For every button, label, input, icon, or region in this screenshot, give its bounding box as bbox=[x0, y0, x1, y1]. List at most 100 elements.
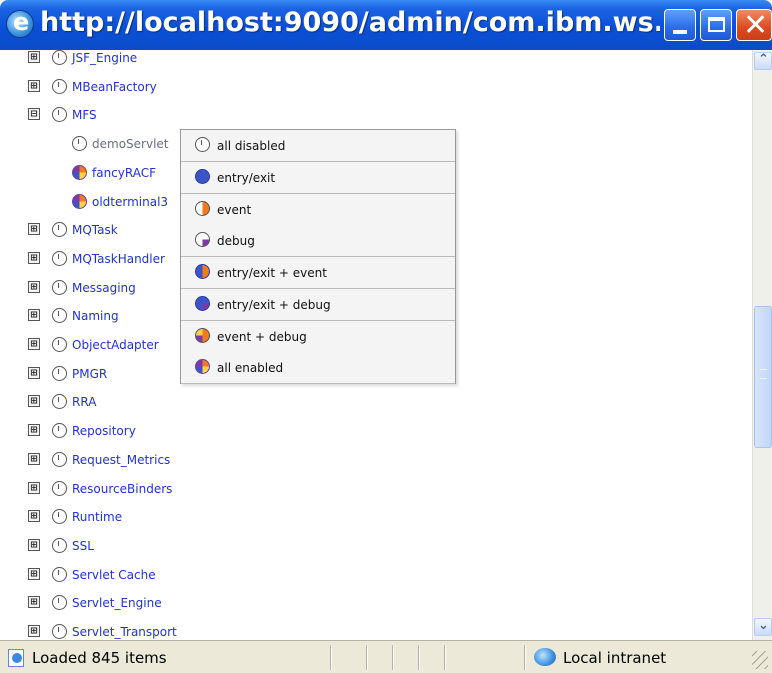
tree-item[interactable]: ⊞ JSF_Engine bbox=[0, 50, 740, 69]
grip-icon bbox=[760, 369, 767, 379]
tree-item-label[interactable]: demoServlet bbox=[92, 137, 169, 151]
popup-menu-item[interactable]: event + debug bbox=[181, 320, 455, 353]
scroll-thumb[interactable] bbox=[754, 306, 772, 448]
popup-menu-item[interactable]: all enabled bbox=[181, 352, 455, 385]
expand-icon[interactable]: ⊞ bbox=[28, 280, 40, 293]
tree-item[interactable]: ⊞ ResourceBinders bbox=[0, 478, 740, 500]
status-divider bbox=[366, 645, 368, 670]
tree-item[interactable]: ⊞ Runtime bbox=[0, 506, 740, 528]
tree-item[interactable]: ⊞ Servlet_Transport bbox=[0, 621, 740, 640]
tree-item-label[interactable]: Servlet Cache bbox=[72, 568, 156, 582]
expand-icon[interactable]: ⊞ bbox=[28, 424, 40, 437]
popup-menu-item[interactable]: entry/exit bbox=[181, 161, 455, 194]
minimize-button[interactable] bbox=[664, 9, 696, 41]
expand-icon[interactable]: ⊞ bbox=[28, 567, 40, 580]
tree-item-label[interactable]: RRA bbox=[72, 395, 96, 409]
trace-all-enabled-icon bbox=[195, 359, 210, 375]
popup-menu-item-label: event bbox=[217, 202, 252, 217]
expand-icon[interactable]: ⊞ bbox=[28, 79, 40, 92]
trace-level-off-icon[interactable] bbox=[52, 394, 67, 410]
trace-level-off-icon[interactable] bbox=[52, 566, 67, 582]
tree-item-label[interactable]: ObjectAdapter bbox=[72, 338, 159, 352]
tree-item-label[interactable]: Servlet_Transport bbox=[72, 625, 177, 639]
tree-item-label[interactable]: MBeanFactory bbox=[72, 80, 157, 94]
tree-item[interactable]: ⊟ MFS bbox=[0, 104, 740, 126]
trace-level-off-icon[interactable] bbox=[52, 423, 67, 439]
trace-level-off-icon[interactable] bbox=[52, 50, 67, 65]
popup-menu-item-label: all disabled bbox=[217, 139, 286, 153]
tree-item-label[interactable]: Runtime bbox=[72, 510, 122, 524]
tree-item-label[interactable]: Servlet_Engine bbox=[72, 596, 162, 610]
expand-icon[interactable]: ⊞ bbox=[28, 452, 40, 465]
trace-level-off-icon[interactable] bbox=[52, 451, 67, 467]
maximize-button[interactable] bbox=[700, 9, 732, 41]
trace-level-off-icon[interactable] bbox=[52, 308, 67, 324]
tree-item-label[interactable]: Repository bbox=[72, 424, 136, 438]
tree-item[interactable]: ⊞ Servlet_Engine bbox=[0, 592, 740, 614]
expand-icon[interactable]: ⊞ bbox=[28, 510, 40, 523]
tree-item[interactable]: ⊞ Request_Metrics bbox=[0, 449, 740, 471]
status-divider bbox=[444, 645, 446, 670]
tree-item[interactable]: ⊞ MBeanFactory bbox=[0, 76, 740, 98]
trace-level-off-icon[interactable] bbox=[52, 624, 67, 639]
tree-item[interactable]: ⊞ RRA bbox=[0, 391, 740, 413]
tree-item-label[interactable]: Messaging bbox=[72, 281, 136, 295]
tree-item[interactable]: ⊞ Repository bbox=[0, 420, 740, 442]
tree-item-label[interactable]: MQTask bbox=[72, 223, 118, 237]
trace-level-off-icon[interactable] bbox=[52, 595, 67, 611]
title-bar[interactable]: http://localhost:9090/admin/com.ibm.ws.c… bbox=[0, 0, 772, 50]
expand-icon[interactable]: ⊞ bbox=[28, 223, 40, 236]
collapse-icon[interactable]: ⊟ bbox=[28, 108, 40, 121]
popup-menu-item[interactable]: debug bbox=[181, 225, 455, 258]
tree-item-label[interactable]: oldterminal3 bbox=[92, 195, 168, 209]
close-button[interactable]: ✕ bbox=[736, 8, 772, 43]
trace-level-colored-icon[interactable] bbox=[72, 164, 87, 180]
tree-item-label[interactable]: MFS bbox=[72, 108, 97, 122]
popup-menu-item[interactable]: all disabled bbox=[181, 130, 455, 162]
trace-level-off-icon[interactable] bbox=[52, 337, 67, 352]
expand-icon[interactable]: ⊞ bbox=[28, 538, 40, 551]
trace-level-off-icon[interactable] bbox=[52, 537, 67, 553]
tree-item-label[interactable]: JSF_Engine bbox=[72, 51, 137, 65]
tree-item-label[interactable]: Request_Metrics bbox=[72, 453, 170, 467]
trace-level-off-icon[interactable] bbox=[52, 279, 67, 295]
minimize-icon bbox=[673, 30, 687, 34]
tree-item[interactable]: ⊞ Servlet Cache bbox=[0, 564, 740, 586]
tree-item-label[interactable]: PMGR bbox=[72, 367, 107, 381]
tree-item-label[interactable]: ResourceBinders bbox=[72, 482, 172, 496]
trace-level-off-icon[interactable] bbox=[52, 365, 67, 381]
scroll-down-button[interactable]: ⌄ bbox=[754, 618, 772, 636]
expand-icon[interactable]: ⊞ bbox=[28, 51, 40, 63]
tree-item-label[interactable]: MQTaskHandler bbox=[72, 252, 165, 266]
trace-level-off-icon[interactable] bbox=[52, 480, 67, 496]
expand-icon[interactable]: ⊞ bbox=[28, 309, 40, 322]
tree-item-label[interactable]: fancyRACF bbox=[92, 166, 156, 180]
trace-level-off-icon[interactable] bbox=[52, 222, 67, 238]
trace-level-colored-icon[interactable] bbox=[72, 193, 87, 209]
popup-menu-item[interactable]: entry/exit + event bbox=[181, 257, 455, 289]
expand-icon[interactable]: ⊞ bbox=[28, 395, 40, 408]
popup-menu-item[interactable]: event bbox=[181, 193, 455, 226]
expand-icon[interactable]: ⊞ bbox=[28, 251, 40, 264]
vertical-scrollbar[interactable]: ⌃ ⌄ bbox=[752, 50, 772, 640]
expand-icon[interactable]: ⊞ bbox=[28, 596, 40, 609]
tree-item[interactable]: ⊞ SSL bbox=[0, 535, 740, 557]
expand-icon[interactable]: ⊞ bbox=[28, 366, 40, 379]
popup-menu-item-label: entry/exit + debug bbox=[217, 297, 331, 312]
tree-item-label[interactable]: SSL bbox=[72, 539, 94, 553]
expand-icon[interactable]: ⊞ bbox=[28, 625, 40, 637]
chevron-up-icon: ⌃ bbox=[758, 52, 769, 67]
tree-item-label[interactable]: Naming bbox=[72, 309, 119, 323]
trace-level-off-icon[interactable] bbox=[52, 250, 67, 266]
trace-level-off-icon[interactable] bbox=[72, 136, 87, 152]
expand-icon[interactable]: ⊞ bbox=[28, 481, 40, 494]
expand-icon[interactable]: ⊞ bbox=[28, 338, 40, 350]
trace-level-off-icon[interactable] bbox=[52, 509, 67, 525]
status-divider bbox=[330, 645, 332, 670]
popup-menu-item[interactable]: entry/exit + debug bbox=[181, 288, 455, 321]
scroll-up-button[interactable]: ⌃ bbox=[754, 52, 772, 70]
trace-level-off-icon[interactable] bbox=[52, 78, 67, 94]
status-divider bbox=[524, 645, 526, 670]
resize-grip-icon[interactable] bbox=[752, 651, 768, 669]
trace-level-off-icon[interactable] bbox=[52, 107, 67, 123]
